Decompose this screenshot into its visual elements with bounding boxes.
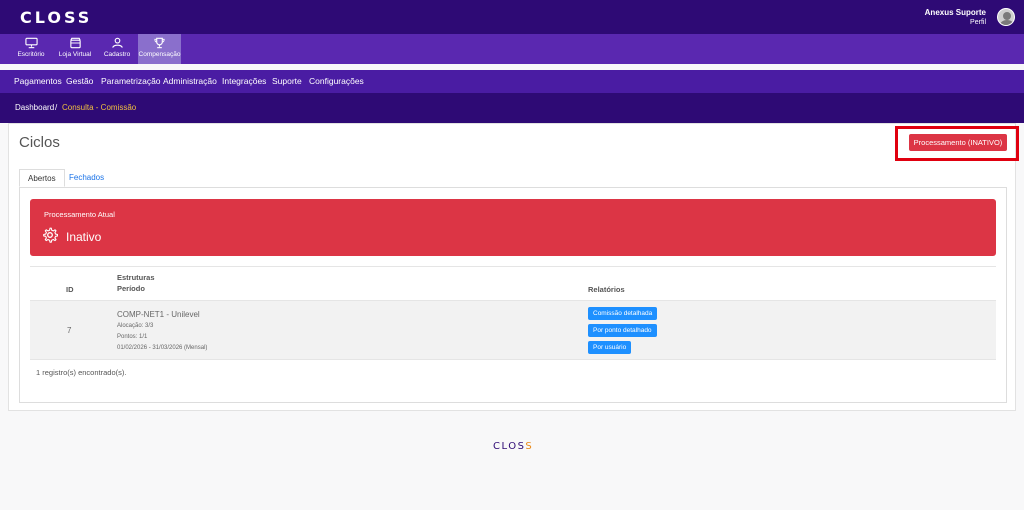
row-alocacao: Alocação: 3/3 bbox=[117, 323, 154, 329]
row-pontos: Pontos: 1/1 bbox=[117, 334, 148, 340]
nav-integracoes[interactable]: Integrações bbox=[222, 76, 266, 86]
user-icon bbox=[111, 37, 123, 48]
module-cadastro[interactable]: Cadastro bbox=[100, 34, 134, 64]
user-name: Anexus Suporte bbox=[924, 8, 986, 17]
monitor-icon bbox=[24, 37, 38, 49]
record-count: 1 registro(s) encontrado(s). bbox=[36, 368, 127, 377]
commission-detail-button[interactable]: Comissão detalhada bbox=[588, 307, 658, 320]
profile-link[interactable]: Perfil bbox=[925, 18, 986, 27]
row-id: 7 bbox=[67, 326, 72, 335]
store-icon bbox=[69, 37, 81, 49]
trophy-icon bbox=[154, 37, 165, 49]
brand-logo[interactable]: CLOSS bbox=[20, 8, 92, 27]
module-label: Compensação bbox=[138, 51, 181, 58]
table-header: ID Estruturas Período Relatórios bbox=[30, 266, 996, 301]
tab-panel: Processamento Atual Inativo ID Estrutura… bbox=[19, 187, 1007, 403]
breadcrumb-home[interactable]: Dashboard bbox=[15, 103, 54, 112]
content-card: Ciclos Processamento (INATIVO) Abertos F… bbox=[8, 123, 1019, 411]
col-relatorios: Relatórios bbox=[588, 285, 625, 294]
table-row: 7 COMP-NET1 - Unilevel Alocação: 3/3 Pon… bbox=[30, 301, 996, 360]
module-compensacao[interactable]: Compensação bbox=[138, 34, 181, 64]
breadcrumb-current: Consulta - Comissão bbox=[62, 103, 137, 112]
nav-suporte[interactable]: Suporte bbox=[272, 76, 302, 86]
module-loja-virtual[interactable]: Loja Virtual bbox=[56, 34, 94, 64]
process-status-button[interactable]: Processamento (INATIVO) bbox=[909, 134, 1007, 151]
nav-pagamentos[interactable]: Pagamentos bbox=[14, 76, 62, 86]
module-label: Escritório bbox=[17, 51, 45, 58]
point-detail-button[interactable]: Por ponto detalhado bbox=[588, 324, 657, 337]
footer-logo: CLOSS bbox=[493, 441, 533, 452]
col-periodo: Período bbox=[117, 284, 145, 293]
page-title: Ciclos bbox=[19, 134, 60, 151]
footer-logo-accent: S bbox=[525, 441, 534, 452]
top-bar: CLOSS Anexus Suporte Perfil bbox=[0, 0, 1024, 34]
main-nav: Pagamentos Gestão Parametrização Adminis… bbox=[0, 70, 1024, 93]
status-alert: Processamento Atual Inativo bbox=[30, 199, 996, 256]
avatar[interactable] bbox=[997, 8, 1015, 26]
nav-configuracoes[interactable]: Configurações bbox=[309, 76, 364, 86]
row-periodo: 01/02/2026 - 31/03/2026 (Mensal) bbox=[117, 345, 208, 351]
module-label: Cadastro bbox=[103, 51, 131, 58]
breadcrumb-separator: / bbox=[55, 103, 58, 112]
col-id: ID bbox=[66, 285, 74, 294]
module-label: Loja Virtual bbox=[58, 51, 92, 58]
col-estruturas: Estruturas bbox=[117, 273, 155, 282]
nav-gestao[interactable]: Gestão bbox=[66, 76, 93, 86]
alert-status: Inativo bbox=[66, 230, 102, 244]
module-escritorio[interactable]: Escritório bbox=[14, 34, 48, 64]
row-structure: COMP-NET1 - Unilevel bbox=[117, 310, 200, 319]
tab-abertos[interactable]: Abertos bbox=[19, 169, 65, 187]
nav-parametrizacao[interactable]: Parametrização bbox=[101, 76, 161, 86]
user-menu[interactable]: Anexus Suporte Perfil bbox=[925, 8, 986, 27]
module-bar: Escritório Loja Virtual Cadastro Compens… bbox=[0, 34, 1024, 64]
nav-administracao[interactable]: Administração bbox=[163, 76, 217, 86]
alert-label: Processamento Atual bbox=[44, 210, 115, 219]
tab-fechados[interactable]: Fechados bbox=[61, 169, 112, 187]
breadcrumb: Dashboard / Consulta - Comissão bbox=[0, 93, 1024, 123]
gear-icon bbox=[43, 227, 58, 243]
footer-logo-main: CLOS bbox=[493, 441, 526, 452]
by-user-button[interactable]: Por usuário bbox=[588, 341, 632, 354]
